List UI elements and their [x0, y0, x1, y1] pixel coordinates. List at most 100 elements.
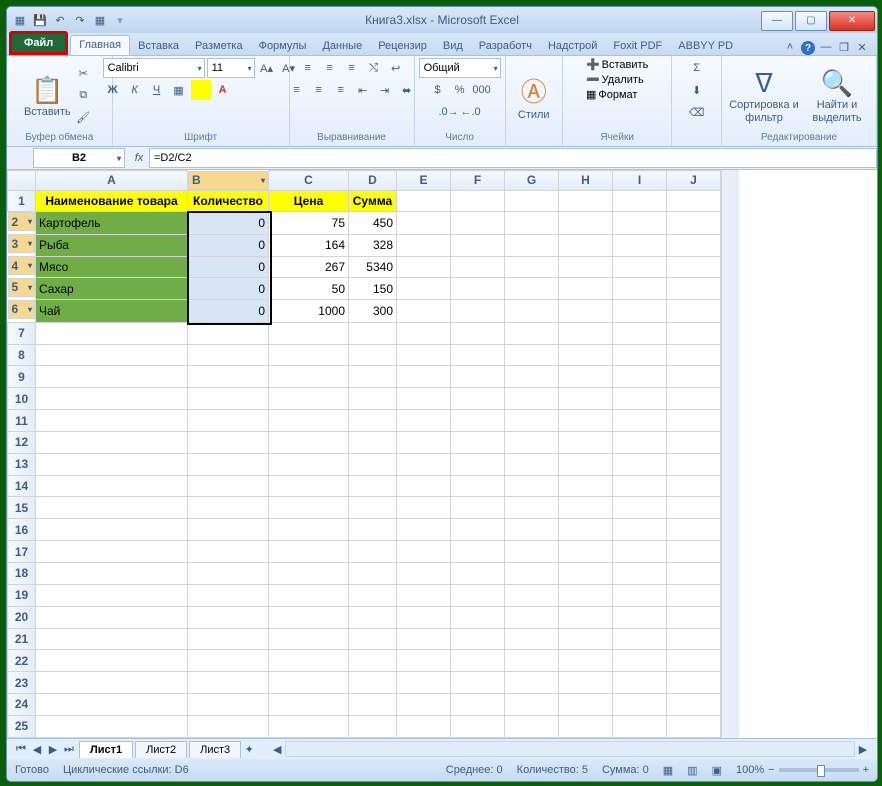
col-header-D[interactable]: D	[349, 171, 397, 191]
tab-addins[interactable]: Надстрой	[540, 37, 605, 55]
cell-G16[interactable]	[505, 519, 559, 541]
cell-G7[interactable]	[505, 322, 559, 344]
workbook-close-icon[interactable]: ✕	[855, 41, 869, 55]
save-icon[interactable]: 💾	[31, 11, 49, 29]
cell-F6[interactable]	[451, 300, 505, 322]
cell-I5[interactable]	[613, 278, 667, 300]
cell-A25[interactable]	[36, 715, 188, 737]
cell-I20[interactable]	[613, 606, 667, 628]
cell-F7[interactable]	[451, 322, 505, 344]
cell-J24[interactable]	[667, 694, 721, 716]
cell-A9[interactable]	[36, 366, 188, 388]
worksheet-grid[interactable]: ABCDEFGHIJ1Наименование товараКоличество…	[7, 170, 877, 738]
increase-font-icon[interactable]: A▴	[257, 58, 277, 78]
align-top-icon[interactable]: ≡	[298, 58, 318, 78]
cell-F2[interactable]	[451, 212, 505, 234]
cell-H15[interactable]	[559, 497, 613, 519]
cell-B5[interactable]: 0	[188, 278, 269, 300]
cell-I16[interactable]	[613, 519, 667, 541]
cell-A13[interactable]	[36, 453, 188, 475]
cell-E19[interactable]	[397, 584, 451, 606]
cell-D25[interactable]	[349, 715, 397, 737]
cell-A1[interactable]: Наименование товара	[36, 190, 188, 212]
cell-G11[interactable]	[505, 410, 559, 432]
cell-E3[interactable]	[397, 234, 451, 256]
cell-D2[interactable]: 450	[349, 212, 397, 234]
cell-F17[interactable]	[451, 541, 505, 563]
sheet-nav-last-icon[interactable]: ⏭	[61, 743, 77, 756]
merge-icon[interactable]: ⬌	[397, 80, 417, 100]
view-layout-icon[interactable]: ▥	[687, 764, 697, 777]
cell-I4[interactable]	[613, 256, 667, 278]
qat-dropdown-icon[interactable]: ▾	[111, 11, 129, 29]
cell-F13[interactable]	[451, 453, 505, 475]
cell-J18[interactable]	[667, 563, 721, 585]
cell-J13[interactable]	[667, 453, 721, 475]
cell-A18[interactable]	[36, 563, 188, 585]
cell-F23[interactable]	[451, 672, 505, 694]
cell-G15[interactable]	[505, 497, 559, 519]
row-header-21[interactable]: 21	[8, 628, 36, 650]
sheet-nav-first-icon[interactable]: ⏮	[13, 743, 29, 756]
minimize-button[interactable]: —	[761, 11, 793, 31]
sort-filter-button[interactable]: ᐁ Сортировка и фильтр	[728, 66, 800, 123]
cell-A24[interactable]	[36, 694, 188, 716]
cell-A21[interactable]	[36, 628, 188, 650]
cell-E20[interactable]	[397, 606, 451, 628]
new-sheet-icon[interactable]: ✦	[241, 743, 257, 756]
cell-F8[interactable]	[451, 344, 505, 366]
cell-D12[interactable]	[349, 431, 397, 453]
cell-J10[interactable]	[667, 388, 721, 410]
decrease-decimal-icon[interactable]: ←.0	[461, 102, 481, 122]
cell-C5[interactable]: 50	[269, 278, 349, 300]
cell-I10[interactable]	[613, 388, 667, 410]
cell-A17[interactable]	[36, 541, 188, 563]
row-header-17[interactable]: 17	[8, 541, 36, 563]
increase-decimal-icon[interactable]: .0→	[439, 102, 459, 122]
cell-I19[interactable]	[613, 584, 667, 606]
row-header-4[interactable]: 4	[8, 256, 36, 275]
cell-D19[interactable]	[349, 584, 397, 606]
cell-I21[interactable]	[613, 628, 667, 650]
cell-H25[interactable]	[559, 715, 613, 737]
cell-B24[interactable]	[188, 694, 269, 716]
align-left-icon[interactable]: ≡	[287, 80, 307, 100]
cell-E21[interactable]	[397, 628, 451, 650]
cell-H24[interactable]	[559, 694, 613, 716]
cell-C21[interactable]	[269, 628, 349, 650]
cell-I22[interactable]	[613, 650, 667, 672]
col-header-C[interactable]: C	[269, 171, 349, 191]
cell-I1[interactable]	[613, 190, 667, 212]
cell-H11[interactable]	[559, 410, 613, 432]
cell-J17[interactable]	[667, 541, 721, 563]
cell-G13[interactable]	[505, 453, 559, 475]
font-size-select[interactable]: 11	[207, 58, 255, 78]
cell-A4[interactable]: Мясо	[36, 256, 188, 278]
cell-B3[interactable]: 0	[188, 234, 269, 256]
cell-H14[interactable]	[559, 475, 613, 497]
align-bottom-icon[interactable]: ≡	[342, 58, 362, 78]
cell-J8[interactable]	[667, 344, 721, 366]
cell-D21[interactable]	[349, 628, 397, 650]
cell-I8[interactable]	[613, 344, 667, 366]
cell-H20[interactable]	[559, 606, 613, 628]
cell-D18[interactable]	[349, 563, 397, 585]
tab-view[interactable]: Вид	[435, 37, 471, 55]
cell-J2[interactable]	[667, 212, 721, 234]
cell-D16[interactable]	[349, 519, 397, 541]
cell-G21[interactable]	[505, 628, 559, 650]
cell-G2[interactable]	[505, 212, 559, 234]
sheet-nav-prev-icon[interactable]: ◀	[29, 743, 45, 756]
cell-G10[interactable]	[505, 388, 559, 410]
cell-B6[interactable]: 0	[188, 300, 269, 322]
tab-insert[interactable]: Вставка	[130, 37, 187, 55]
cell-I7[interactable]	[613, 322, 667, 344]
tab-layout[interactable]: Разметка	[187, 37, 251, 55]
cell-I15[interactable]	[613, 497, 667, 519]
cell-F5[interactable]	[451, 278, 505, 300]
cell-G3[interactable]	[505, 234, 559, 256]
col-header-E[interactable]: E	[397, 171, 451, 191]
format-cells-button[interactable]: Формат	[598, 89, 637, 101]
cell-D11[interactable]	[349, 410, 397, 432]
wrap-text-icon[interactable]: ↩	[386, 58, 406, 78]
